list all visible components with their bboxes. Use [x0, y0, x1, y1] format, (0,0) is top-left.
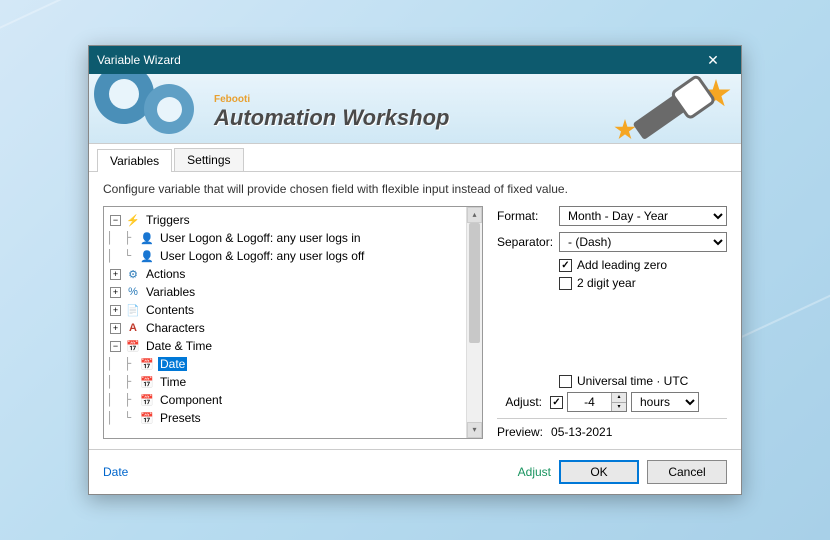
tree-node-actions[interactable]: + ⚙ Actions — [106, 265, 480, 283]
separator-select[interactable]: - (Dash) — [559, 232, 727, 252]
tree-node-trigger-login[interactable]: │ ├ 👤 User Logon & Logoff: any user logs… — [106, 229, 480, 247]
expand-icon[interactable]: + — [110, 287, 121, 298]
two-digit-checkbox[interactable] — [559, 277, 572, 290]
leading-zero-label: Add leading zero — [577, 258, 667, 272]
tree-node-presets[interactable]: │ └ 📅 Presets — [106, 409, 480, 427]
window-title: Variable Wizard — [97, 53, 693, 67]
calendar-icon: 📅 — [139, 392, 155, 408]
brand-label: Febooti — [214, 94, 449, 105]
utc-checkbox[interactable] — [559, 375, 572, 388]
character-icon: A — [125, 320, 141, 336]
calendar-icon: 📅 — [139, 356, 155, 372]
scroll-down-icon[interactable]: ▾ — [467, 422, 482, 438]
collapse-icon[interactable]: − — [110, 341, 121, 352]
tree-node-time[interactable]: │ ├ 📅 Time — [106, 373, 480, 391]
collapse-icon[interactable]: − — [110, 215, 121, 226]
titlebar: Variable Wizard ✕ — [89, 46, 741, 74]
options-panel: Format: Month - Day - Year Separator: - … — [497, 206, 727, 439]
spin-down-icon[interactable]: ▾ — [612, 403, 626, 412]
tree-node-variables[interactable]: + % Variables — [106, 283, 480, 301]
document-icon: 📄 — [125, 302, 141, 318]
two-digit-label: 2 digit year — [577, 276, 636, 290]
expand-icon[interactable]: + — [110, 305, 121, 316]
user-icon: 👤 — [139, 248, 155, 264]
adjust-unit-select[interactable]: hours — [631, 392, 699, 412]
gear-icon: ⚙ — [125, 266, 141, 282]
app-title: Automation Workshop — [214, 105, 449, 131]
tree-node-trigger-logoff[interactable]: │ └ 👤 User Logon & Logoff: any user logs… — [106, 247, 480, 265]
separator-label: Separator: — [497, 235, 559, 249]
leading-zero-checkbox[interactable] — [559, 259, 572, 272]
user-icon: 👤 — [139, 230, 155, 246]
dialog-window: Variable Wizard ✕ Febooti Automation Wor… — [88, 45, 742, 495]
tab-settings[interactable]: Settings — [174, 148, 243, 171]
tree-node-datetime[interactable]: − 📅 Date & Time — [106, 337, 480, 355]
adjust-indicator: Adjust — [518, 465, 551, 479]
adjust-value-input[interactable]: -4 ▴ ▾ — [567, 392, 627, 412]
variable-tree[interactable]: − ⚡ Triggers │ ├ 👤 User Logon & Logoff: … — [104, 207, 482, 431]
tree-node-date[interactable]: │ ├ 📅 Date — [106, 355, 480, 373]
preview-label: Preview: — [497, 425, 543, 439]
adjust-checkbox[interactable] — [550, 396, 563, 409]
scroll-thumb[interactable] — [469, 223, 480, 343]
pencil-icon — [632, 78, 709, 140]
ok-button[interactable]: OK — [559, 460, 639, 484]
tab-bar: Variables Settings — [89, 144, 741, 172]
tree-panel: − ⚡ Triggers │ ├ 👤 User Logon & Logoff: … — [103, 206, 483, 439]
tree-node-component[interactable]: │ ├ 📅 Component — [106, 391, 480, 409]
percent-icon: % — [125, 284, 141, 300]
calendar-icon: 📅 — [139, 410, 155, 426]
lightning-icon: ⚡ — [125, 212, 141, 228]
footer: Date Adjust OK Cancel — [89, 449, 741, 494]
scrollbar[interactable]: ▴ ▾ — [466, 207, 482, 438]
tree-node-characters[interactable]: + A Characters — [106, 319, 480, 337]
format-select[interactable]: Month - Day - Year — [559, 206, 727, 226]
format-label: Format: — [497, 209, 559, 223]
breadcrumb[interactable]: Date — [103, 465, 128, 479]
cancel-button[interactable]: Cancel — [647, 460, 727, 484]
clock-icon: 📅 — [139, 374, 155, 390]
expand-icon[interactable]: + — [110, 269, 121, 280]
banner: Febooti Automation Workshop — [89, 74, 741, 144]
tree-node-contents[interactable]: + 📄 Contents — [106, 301, 480, 319]
spin-up-icon[interactable]: ▴ — [612, 393, 626, 403]
description-text: Configure variable that will provide cho… — [103, 182, 727, 196]
tab-variables[interactable]: Variables — [97, 149, 172, 172]
close-icon[interactable]: ✕ — [693, 52, 733, 69]
calendar-icon: 📅 — [125, 338, 141, 354]
adjust-label: Adjust: — [497, 395, 542, 409]
preview-value: 05-13-2021 — [551, 425, 612, 439]
gear-icon — [144, 84, 194, 134]
tree-node-triggers[interactable]: − ⚡ Triggers — [106, 211, 480, 229]
expand-icon[interactable]: + — [110, 323, 121, 334]
utc-label: Universal time · UTC — [577, 374, 688, 388]
scroll-up-icon[interactable]: ▴ — [467, 207, 482, 223]
